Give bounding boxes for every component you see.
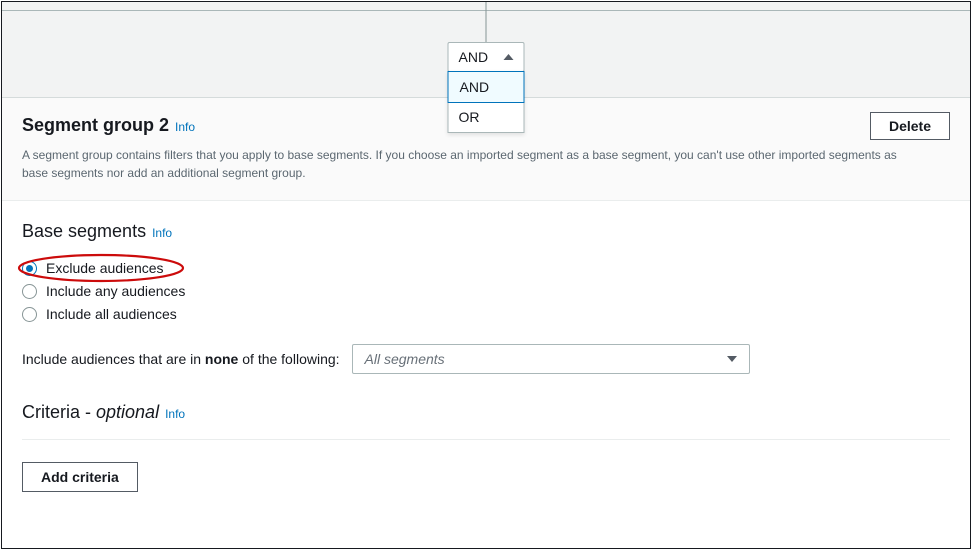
add-criteria-button[interactable]: Add criteria — [22, 462, 138, 492]
radio-label: Exclude audiences — [46, 260, 164, 276]
criteria-info-link[interactable]: Info — [165, 407, 185, 421]
radio-include-any-audiences[interactable]: Include any audiences — [22, 283, 950, 299]
logic-dropdown[interactable]: AND AND OR — [448, 42, 525, 133]
segments-select[interactable]: All segments — [352, 344, 750, 374]
segment-group-title: Segment group 2 Info — [22, 115, 195, 136]
vertical-connector-line — [486, 2, 487, 42]
logic-dropdown-toggle[interactable]: AND — [448, 42, 525, 72]
logic-dropdown-value: AND — [459, 49, 489, 65]
radio-label: Include all audiences — [46, 306, 177, 322]
segment-group-body: Base segments Info Exclude audiences Inc… — [2, 201, 970, 512]
segment-group-title-text: Segment group 2 — [22, 115, 169, 136]
criteria-optional: optional — [96, 402, 159, 422]
criteria-divider — [22, 439, 950, 440]
logic-option-or[interactable]: OR — [449, 102, 524, 132]
top-connector-band: AND AND OR — [2, 2, 970, 98]
radio-icon — [22, 261, 37, 276]
radio-exclude-audiences[interactable]: Exclude audiences — [22, 260, 950, 276]
chevron-down-icon — [727, 356, 737, 362]
radio-label: Include any audiences — [46, 283, 185, 299]
criteria-heading: Criteria - optional Info — [22, 402, 185, 423]
base-segments-title: Base segments — [22, 221, 146, 242]
radio-icon — [22, 307, 37, 322]
criteria-dash: - — [80, 402, 96, 422]
radio-icon — [22, 284, 37, 299]
include-prefix: Include audiences that are in — [22, 351, 205, 367]
segment-group-info-link[interactable]: Info — [175, 120, 195, 134]
segments-select-placeholder: All segments — [365, 351, 445, 367]
segment-group-description: A segment group contains filters that yo… — [22, 146, 922, 182]
criteria-title: Criteria — [22, 402, 80, 422]
radio-include-all-audiences[interactable]: Include all audiences — [22, 306, 950, 322]
chevron-up-icon — [504, 54, 514, 60]
logic-option-and[interactable]: AND — [448, 71, 525, 103]
include-suffix: of the following: — [238, 351, 339, 367]
delete-button[interactable]: Delete — [870, 112, 950, 140]
base-segments-heading: Base segments Info — [22, 221, 172, 242]
include-audiences-row: Include audiences that are in none of th… — [22, 344, 950, 374]
include-audiences-text: Include audiences that are in none of th… — [22, 351, 340, 367]
base-segments-info-link[interactable]: Info — [152, 226, 172, 240]
include-bold: none — [205, 351, 238, 367]
logic-dropdown-menu: AND OR — [448, 71, 525, 133]
audience-radio-group: Exclude audiences Include any audiences … — [22, 260, 950, 322]
